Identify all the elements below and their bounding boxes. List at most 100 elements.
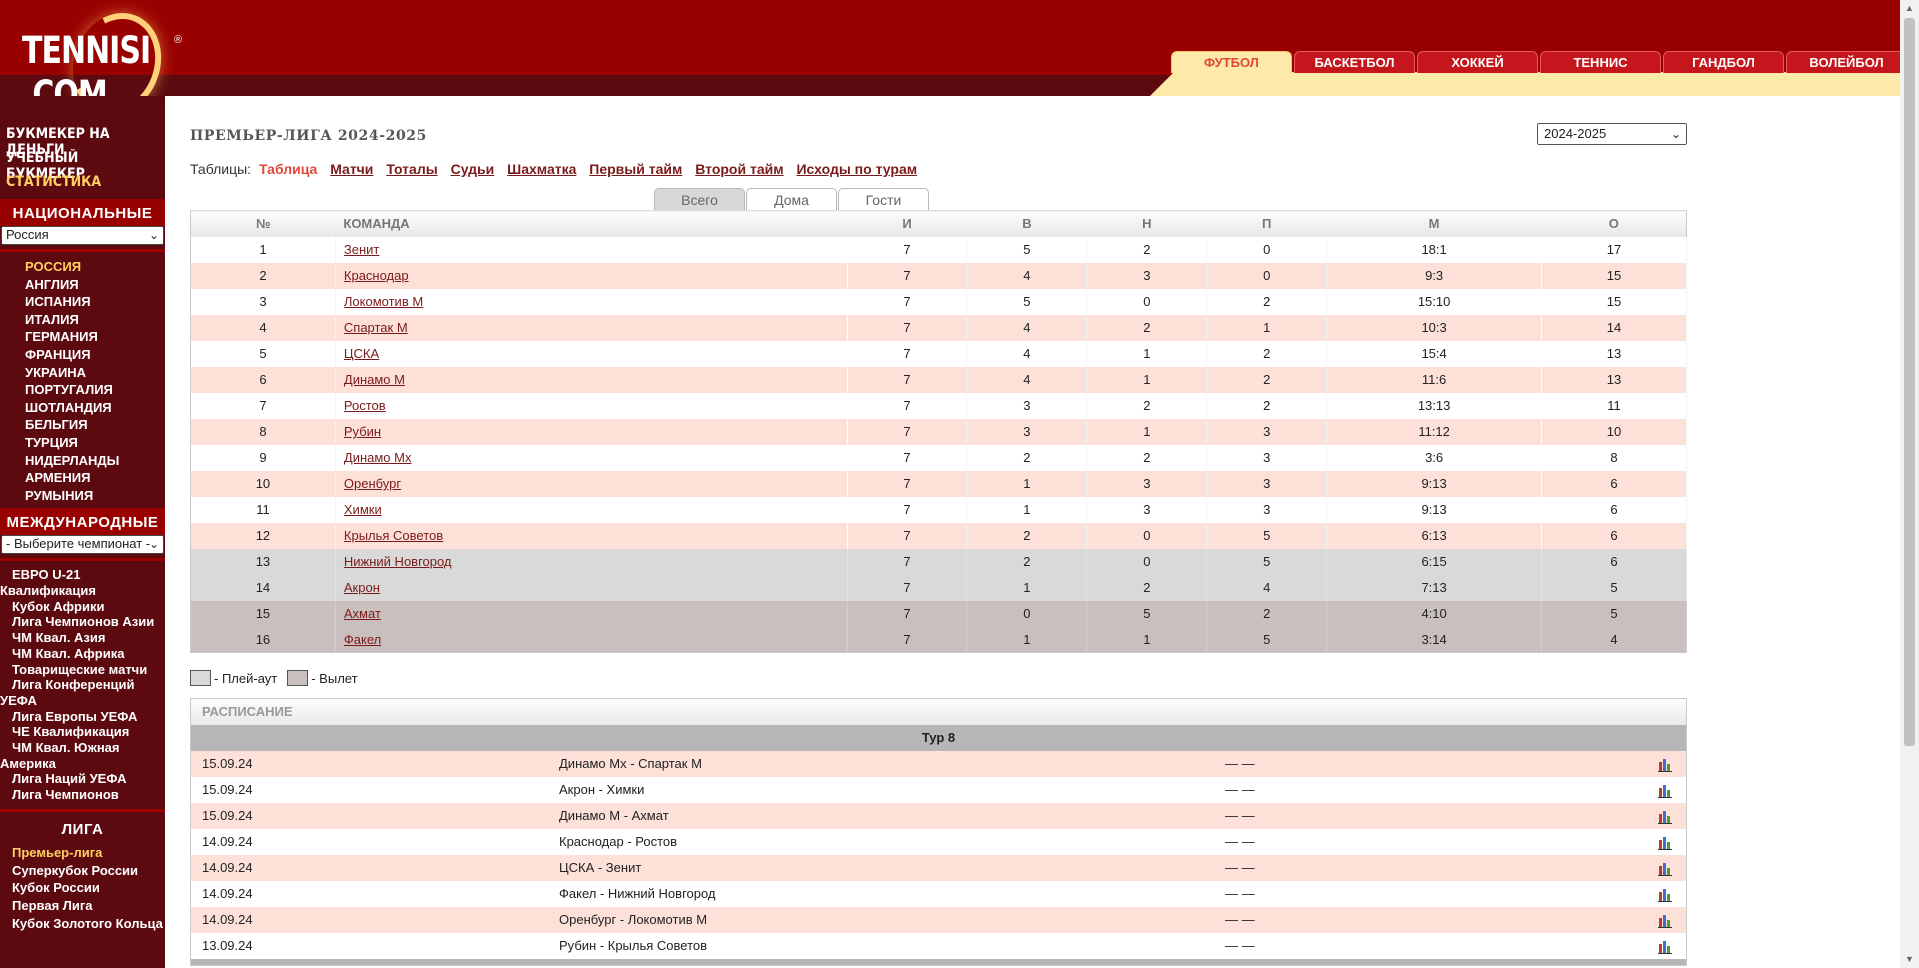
scroll-up-arrow-icon[interactable]: ▲ [1900,0,1919,17]
national-select[interactable]: Россия ⌄ [1,226,164,245]
team-link[interactable]: Химки [344,502,382,517]
sidebar-item-international[interactable]: Лига Наций УЕФА [0,771,161,787]
team-link[interactable]: Оренбург [344,476,401,491]
match-stats-link[interactable] [1581,803,1686,829]
tables-link-second-half[interactable]: Второй тайм [695,161,783,177]
tables-link-totals[interactable]: Тоталы [386,161,437,177]
sidebar-item-league[interactable]: Первая Лига [12,897,165,915]
tab-football[interactable]: ФУТБОЛ [1171,51,1292,73]
tab-away[interactable]: Гости [838,188,929,210]
sidebar-item-international[interactable]: Лига Конференций УЕФА [0,677,161,708]
team-link[interactable]: Динамо Мх [344,450,412,465]
sidebar-item-league[interactable]: Суперкубок России [12,862,165,880]
sidebar-item-country[interactable]: УКРАИНА [25,364,165,382]
cell-played: 7 [847,288,968,315]
team-link[interactable]: Ахмат [344,606,381,621]
bar-chart-icon[interactable] [1658,914,1672,928]
sidebar-item-international[interactable]: Лига Европы УЕФА [0,709,161,725]
sidebar-item-country[interactable]: РУМЫНИЯ [25,487,165,505]
sidebar-item-country[interactable]: ИТАЛИЯ [25,311,165,329]
tables-link-matches[interactable]: Матчи [330,161,373,177]
sidebar-item-country[interactable]: АНГЛИЯ [25,276,165,294]
cell-lost: 2 [1206,392,1328,419]
team-link[interactable]: Крылья Советов [344,528,443,543]
sidebar-item-international[interactable]: ЧЕ Квалификация [0,724,161,740]
sidebar-item-country[interactable]: НИДЕРЛАНДЫ [25,452,165,470]
team-link[interactable]: Спартак М [344,320,408,335]
match-stats-link[interactable] [1581,855,1686,881]
match-stats-link[interactable] [1581,907,1686,933]
team-link[interactable]: Рубин [344,424,381,439]
sidebar-item-country[interactable]: ШОТЛАНДИЯ [25,399,165,417]
sidebar-item-international[interactable]: ЧМ Квал. Африка [0,646,161,662]
tab-basketball[interactable]: БАСКЕТБОЛ [1294,51,1415,73]
match-stats-link[interactable] [1581,777,1686,803]
sidebar-item-league[interactable]: Кубок Золотого Кольца [12,915,165,933]
tab-volleyball[interactable]: ВОЛЕЙБОЛ [1786,51,1907,73]
tables-link-round-outcomes[interactable]: Исходы по турам [796,161,917,177]
link-statistics[interactable]: СТАТИСТИКА [6,174,149,198]
sidebar-item-international[interactable]: ЧМ Квал. Южная Америка [0,740,161,771]
team-link[interactable]: Краснодар [344,268,409,283]
bar-chart-icon[interactable] [1658,758,1672,772]
sidebar-item-international[interactable]: Лига Чемпионов Азии [0,614,161,630]
bar-chart-icon[interactable] [1658,862,1672,876]
sidebar-item-league[interactable]: Кубок России [12,879,165,897]
sidebar-item-international[interactable]: Товарищеские матчи [0,662,161,678]
tab-handball[interactable]: ГАНДБОЛ [1663,51,1784,73]
tab-hockey[interactable]: ХОККЕЙ [1417,51,1538,73]
team-link[interactable]: Акрон [344,580,380,595]
bar-chart-icon[interactable] [1658,836,1672,850]
cell-drawn: 0 [1086,548,1208,575]
cell-position: 4 [190,314,336,341]
team-link[interactable]: Локомотив М [344,294,423,309]
tables-link-table[interactable]: Таблица [259,161,317,177]
match-date: 15.09.24 [202,782,253,797]
tab-tennis[interactable]: ТЕННИС [1540,51,1661,73]
tables-link-referees[interactable]: Судьи [451,161,495,177]
link-bookmaker-money[interactable]: БУКМЕКЕР НА ДЕНЬГИ [6,126,149,158]
match-stats-link[interactable] [1581,881,1686,907]
sidebar-item-country[interactable]: БЕЛЬГИЯ [25,416,165,434]
match-stats-link[interactable] [1581,933,1686,959]
team-link[interactable]: Ростов [344,398,386,413]
team-link[interactable]: ЦСКА [344,346,379,361]
chevron-down-icon: ⌄ [148,537,159,552]
tables-link-chessboard[interactable]: Шахматка [507,161,576,177]
team-link[interactable]: Нижний Новгород [344,554,452,569]
international-select[interactable]: - Выберите чемпионат - ⌄ [1,535,164,555]
sidebar-item-country[interactable]: АРМЕНИЯ [25,469,165,487]
bar-chart-icon[interactable] [1658,940,1672,954]
scroll-down-arrow-icon[interactable]: ▼ [1900,951,1919,968]
team-link[interactable]: Динамо М [344,372,405,387]
sidebar-item-country[interactable]: ФРАНЦИЯ [25,346,165,364]
tables-link-first-half[interactable]: Первый тайм [589,161,682,177]
scroll-thumb[interactable] [1904,18,1915,746]
sidebar-item-international[interactable]: ЕВРО U-21 Квалификация [0,567,161,598]
sidebar-item-country[interactable]: ПОРТУГАЛИЯ [25,381,165,399]
tab-home[interactable]: Дома [746,188,837,210]
sidebar-item-international[interactable]: Кубок Африки [0,599,161,615]
bar-chart-icon[interactable] [1658,784,1672,798]
sidebar-item-country[interactable]: ИСПАНИЯ [25,293,165,311]
match-stats-link[interactable] [1581,751,1686,777]
site-logo[interactable]: TENNISI .COM ® [14,0,194,128]
sidebar-item-country[interactable]: РОССИЯ [25,258,165,276]
sidebar-item-league[interactable]: Премьер-лига [12,844,165,862]
team-link[interactable]: Факел [344,632,381,647]
tab-all[interactable]: Всего [654,188,745,210]
season-select[interactable]: 2024-2025 ⌄ [1537,123,1687,145]
table-row: 12 Крылья Советов 7 2 0 5 6:13 6 [190,522,1687,549]
sidebar-item-international[interactable]: Лига Чемпионов [0,787,161,803]
sport-tabs: ФУТБОЛ БАСКЕТБОЛ ХОККЕЙ ТЕННИС ГАНДБОЛ В… [1171,51,1907,73]
page-scrollbar[interactable]: ▲ ▼ [1900,0,1919,968]
cell-goals: 9:3 [1326,262,1543,289]
sidebar-item-country[interactable]: ГЕРМАНИЯ [25,328,165,346]
bar-chart-icon[interactable] [1658,810,1672,824]
link-training-bookmaker[interactable]: УЧЕБНЫЙ БУКМЕКЕР [6,150,149,182]
team-link[interactable]: Зенит [344,242,379,257]
sidebar-item-international[interactable]: ЧМ Квал. Азия [0,630,161,646]
bar-chart-icon[interactable] [1658,888,1672,902]
match-stats-link[interactable] [1581,829,1686,855]
sidebar-item-country[interactable]: ТУРЦИЯ [25,434,165,452]
